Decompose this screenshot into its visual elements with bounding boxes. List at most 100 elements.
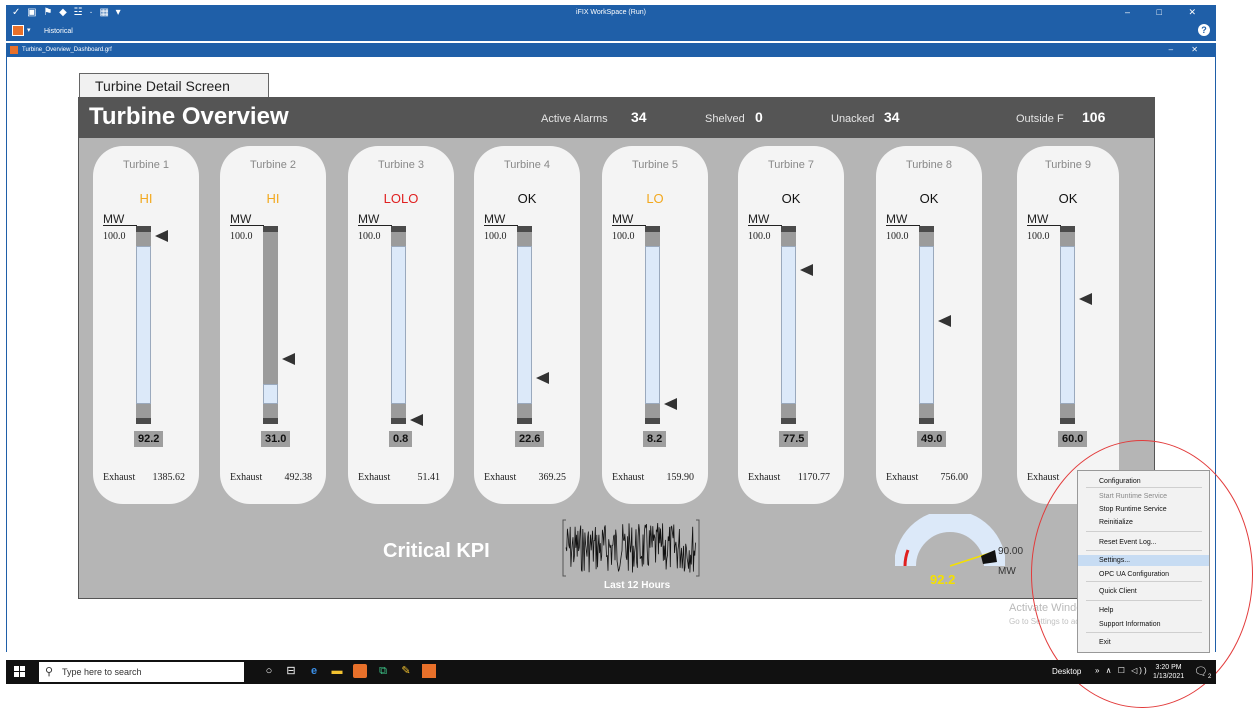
scale-tick xyxy=(612,225,646,226)
turbine-card[interactable]: Turbine 9 OK MW 100.0 60.0 Exhaust xyxy=(1017,146,1119,504)
turbine-name: Turbine 5 xyxy=(631,159,679,171)
mw-level-bar xyxy=(919,226,934,424)
setpoint-pointer-icon[interactable] xyxy=(155,229,168,242)
scale-max-label: 100.0 xyxy=(886,231,909,242)
menu-item-configuration[interactable]: Configuration xyxy=(1078,476,1209,487)
cortana-circle-icon[interactable]: ○ xyxy=(262,664,276,678)
turbine-status: OK xyxy=(1058,191,1078,206)
bar-fill xyxy=(391,246,406,404)
unacked-value[interactable]: 34 xyxy=(884,109,900,125)
gauge-max-label: 90.00 xyxy=(998,546,1024,557)
tool-icon[interactable]: ✎ xyxy=(399,664,413,678)
task-view-icon[interactable]: ⊟ xyxy=(284,664,298,678)
setpoint-pointer-icon[interactable] xyxy=(282,352,295,365)
search-icon: ⚲ xyxy=(45,666,54,678)
shelved-value[interactable]: 0 xyxy=(755,109,763,125)
setpoint-pointer-icon[interactable] xyxy=(536,372,549,385)
ifix-app-icon[interactable] xyxy=(353,664,367,678)
scale-max-label: 100.0 xyxy=(103,231,126,242)
exhaust-label: Exhaust xyxy=(1027,472,1060,483)
setpoint-pointer-icon[interactable] xyxy=(1079,293,1092,306)
exhaust-value: 1170.77 xyxy=(797,472,830,483)
turbine-status: OK xyxy=(517,191,537,206)
trend-line xyxy=(565,522,696,573)
menu-separator xyxy=(1086,632,1202,633)
notification-center-icon[interactable]: 🗨2 xyxy=(1194,665,1211,680)
frame-border-left xyxy=(6,57,7,652)
turbine-name: Turbine 7 xyxy=(767,159,815,171)
turbine-card[interactable]: Turbine 5 LO MW 100.0 8.2 Exhaust 159.90 xyxy=(602,146,708,504)
trend-period-label: Last 12 Hours xyxy=(604,580,671,591)
help-icon[interactable]: ? xyxy=(1198,24,1210,36)
menu-item-help[interactable]: Help xyxy=(1078,605,1209,616)
exhaust-value: 51.41 xyxy=(417,472,441,483)
scale-tick xyxy=(103,225,137,226)
scale-max-label: 100.0 xyxy=(358,231,381,242)
menu-item-stop-runtime-service[interactable]: Stop Runtime Service xyxy=(1078,504,1209,515)
setpoint-pointer-icon[interactable] xyxy=(938,315,951,328)
setpoint-pointer-icon[interactable] xyxy=(800,263,813,276)
setpoint-pointer-icon[interactable] xyxy=(664,398,677,411)
setpoint-pointer-icon[interactable] xyxy=(410,414,423,427)
chevron-down-icon[interactable]: ▾ xyxy=(27,26,31,34)
menu-item-reset-event-log[interactable]: Reset Event Log... xyxy=(1078,537,1209,548)
exhaust-value: 1385.62 xyxy=(152,472,186,483)
app-menu-icon[interactable] xyxy=(12,25,24,36)
bar-low-limit xyxy=(781,418,796,424)
bar-high-limit xyxy=(781,226,796,232)
turbine-name: Turbine 8 xyxy=(905,159,953,171)
window-controls[interactable]: – □ ✕ xyxy=(1125,7,1208,18)
taskbar-search-box[interactable]: ⚲ Type here to search xyxy=(39,662,244,682)
bar-low-limit xyxy=(919,418,934,424)
turbine-status: HI xyxy=(266,191,280,206)
turbine-detail-screen-button[interactable]: Turbine Detail Screen xyxy=(79,73,269,97)
exhaust-value: 159.90 xyxy=(666,472,695,483)
windows-start-icon[interactable] xyxy=(14,666,26,678)
outside-f-value[interactable]: 106 xyxy=(1082,109,1105,125)
bar-high-limit xyxy=(1060,226,1075,232)
kpi-trend-sparkline[interactable] xyxy=(562,516,700,580)
turbine-value: 92.2 xyxy=(134,431,164,447)
tray-context-menu: Configuration Start Runtime Service Stop R… xyxy=(1077,470,1210,653)
desktop-toolbar[interactable]: Desktop xyxy=(1052,667,1081,676)
turbine-value: 77.5 xyxy=(779,431,809,447)
taskbar-clock[interactable]: 3:20 PM 1/13/2021 xyxy=(1153,663,1184,681)
system-tray-icons[interactable]: » ∧ ☐ ◁)) xyxy=(1095,666,1149,675)
turbine-card[interactable]: Turbine 3 LOLO MW 100.0 0.8 Exhaust 51.4… xyxy=(348,146,454,504)
bar-high-limit xyxy=(919,226,934,232)
menu-item-reinitialize[interactable]: Reinitialize xyxy=(1078,517,1209,528)
scale-tick xyxy=(886,225,920,226)
exhaust-label: Exhaust xyxy=(886,472,919,483)
bar-low-limit xyxy=(517,418,532,424)
exhaust-label: Exhaust xyxy=(484,472,517,483)
menu-item-settings[interactable]: Settings... xyxy=(1078,555,1209,566)
tab-historical[interactable]: Historical xyxy=(44,28,73,35)
mw-level-bar xyxy=(391,226,406,424)
bar-high-limit xyxy=(391,226,406,232)
turbine-card[interactable]: Turbine 7 OK MW 100.0 77.5 Exhaust 1170.… xyxy=(738,146,844,504)
document-title: Turbine_Overview_Dashboard.grf xyxy=(22,47,112,53)
bar-fill xyxy=(136,246,151,404)
bar-high-limit xyxy=(517,226,532,232)
turbine-card[interactable]: Turbine 2 HI MW 100.0 31.0 Exhaust 492.3… xyxy=(220,146,326,504)
scale-max-label: 100.0 xyxy=(230,231,253,242)
file-explorer-icon[interactable]: ▬ xyxy=(330,664,344,678)
turbine-card[interactable]: Turbine 4 OK MW 100.0 22.6 Exhaust 369.2… xyxy=(474,146,580,504)
menu-item-support-information[interactable]: Support Information xyxy=(1078,619,1209,630)
active-alarms-value[interactable]: 34 xyxy=(631,109,647,125)
turbine-card[interactable]: Turbine 1 HI MW 100.0 92.2 Exhaust 1385.… xyxy=(93,146,199,504)
menu-item-opc-ua-configuration[interactable]: OPC UA Configuration xyxy=(1078,569,1209,580)
ifix-workspace-icon[interactable]: ⧉ xyxy=(376,664,390,678)
edge-icon[interactable]: e xyxy=(307,664,321,678)
frame-border-right xyxy=(1215,57,1216,652)
document-controls[interactable]: – ✕ xyxy=(1169,45,1206,54)
turbine-card[interactable]: Turbine 8 OK MW 100.0 49.0 Exhaust 756.0… xyxy=(876,146,982,504)
scale-tick xyxy=(484,225,518,226)
menu-item-quick-client[interactable]: Quick Client xyxy=(1078,586,1209,597)
exhaust-label: Exhaust xyxy=(230,472,263,483)
scale-tick xyxy=(748,225,782,226)
menu-item-exit[interactable]: Exit xyxy=(1078,637,1209,648)
exhaust-value: 756.00 xyxy=(940,472,969,483)
menu-separator xyxy=(1086,487,1202,488)
dashboard-app-icon[interactable] xyxy=(422,664,436,678)
